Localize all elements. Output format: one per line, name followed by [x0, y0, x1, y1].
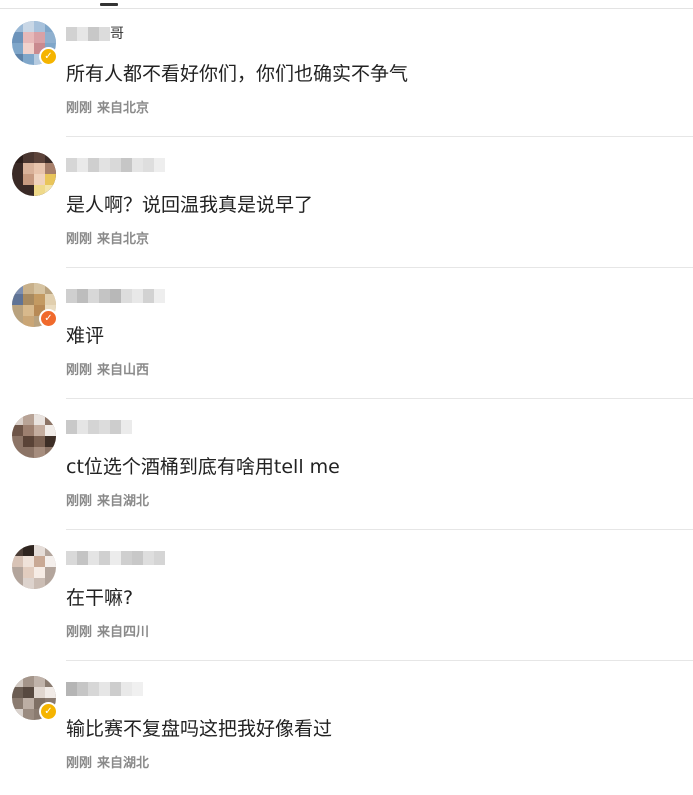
- comment-text: 所有人都不看好你们，你们也确实不争气: [66, 63, 409, 85]
- comment-meta: 刚刚 来自山西: [66, 363, 149, 379]
- comment-text: ct位选个酒桶到底有啥用tell me: [66, 456, 340, 478]
- username-redacted: [66, 551, 165, 565]
- comment-text: 难评: [66, 325, 105, 347]
- username-redacted: [66, 158, 165, 172]
- comment-text: 是人啊？说回温我真是说早了: [66, 194, 314, 216]
- username[interactable]: [66, 418, 166, 436]
- comment-time: 刚刚: [66, 756, 93, 771]
- comment-meta: 刚刚 来自湖北: [66, 494, 149, 510]
- comment-meta: 刚刚 来自四川: [66, 625, 149, 641]
- comment-item: ct位选个酒桶到底有啥用tell me 刚刚 来自湖北: [0, 402, 693, 533]
- username[interactable]: [66, 680, 166, 698]
- divider: [66, 529, 693, 530]
- username-redacted: [66, 420, 132, 434]
- verified-badge-icon: ✓: [39, 309, 58, 328]
- comment-meta: 刚刚 来自湖北: [66, 756, 149, 772]
- tab-indicator: [100, 3, 118, 6]
- avatar[interactable]: [12, 152, 56, 196]
- username-redacted: [66, 289, 165, 303]
- divider: [66, 398, 693, 399]
- comment-time: 刚刚: [66, 101, 93, 116]
- avatar[interactable]: [12, 545, 56, 589]
- comment-time: 刚刚: [66, 363, 93, 378]
- avatar[interactable]: ✓: [12, 676, 58, 721]
- avatar[interactable]: ✓: [12, 283, 58, 328]
- username-redacted: [66, 682, 143, 696]
- comment-location: 来自湖北: [97, 756, 150, 771]
- comment-meta: 刚刚 来自北京: [66, 232, 149, 248]
- comment-location: 来自湖北: [97, 494, 150, 509]
- comment-time: 刚刚: [66, 625, 93, 640]
- username[interactable]: [66, 156, 166, 174]
- comment-item: ✓ 输比赛不复盘吗这把我好像看过 刚刚 来自湖北: [0, 664, 693, 795]
- comment-time: 刚刚: [66, 232, 93, 247]
- comment-item: ✓ 难评 刚刚 来自山西: [0, 271, 693, 402]
- username[interactable]: [66, 287, 166, 305]
- comment-text: 在干嘛?: [66, 587, 134, 609]
- comment-meta: 刚刚 来自北京: [66, 101, 149, 117]
- comment-item: ✓ 哥 所有人都不看好你们，你们也确实不争气 刚刚 来自北京: [0, 9, 693, 140]
- divider: [66, 267, 693, 268]
- comment-item: 在干嘛? 刚刚 来自四川: [0, 533, 693, 664]
- username-redacted: [66, 27, 110, 41]
- comment-location: 来自四川: [97, 625, 150, 640]
- verified-badge-icon: ✓: [39, 47, 58, 66]
- username[interactable]: 哥: [66, 25, 166, 43]
- username-visible-text: 哥: [110, 26, 124, 42]
- comment-location: 来自北京: [97, 232, 150, 247]
- avatar[interactable]: [12, 414, 56, 458]
- username[interactable]: [66, 549, 166, 567]
- comment-location: 来自北京: [97, 101, 150, 116]
- avatar[interactable]: ✓: [12, 21, 58, 66]
- comment-time: 刚刚: [66, 494, 93, 509]
- verified-badge-icon: ✓: [39, 702, 58, 721]
- comment-item: 是人啊？说回温我真是说早了 刚刚 来自北京: [0, 140, 693, 271]
- divider: [66, 660, 693, 661]
- divider: [66, 136, 693, 137]
- comment-text: 输比赛不复盘吗这把我好像看过: [66, 718, 333, 740]
- comment-location: 来自山西: [97, 363, 150, 378]
